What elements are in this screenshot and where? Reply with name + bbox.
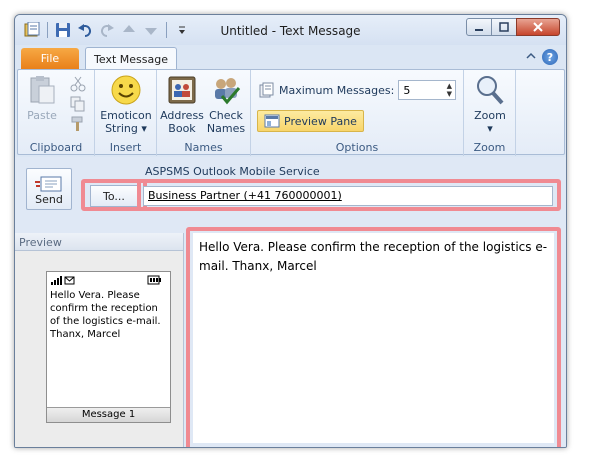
string-label: String ▾ <box>105 122 147 135</box>
cut-icon[interactable] <box>70 76 86 92</box>
group-clipboard: Paste Clipboard <box>18 70 95 156</box>
preview-message-counter: Message 1 <box>47 407 170 422</box>
address-label: Address <box>160 109 204 122</box>
message-body-highlight <box>186 227 561 447</box>
preview-pane-button[interactable]: Preview Pane <box>257 110 364 132</box>
ribbon-tabs: File Text Message ? <box>15 45 566 70</box>
smiley-icon <box>111 75 141 105</box>
emoticon-label: Emoticon <box>100 109 152 122</box>
zoom-label: Zoom <box>474 109 506 122</box>
paste-icon <box>30 76 55 104</box>
spinner-arrows[interactable]: ▲ ▼ <box>443 81 455 99</box>
maximum-messages-label: Maximum Messages: <box>279 83 395 97</box>
address-book-button[interactable]: Address Book <box>160 74 204 135</box>
address-book-icon <box>168 76 196 104</box>
send-button[interactable]: Send <box>26 168 72 210</box>
window-controls <box>466 18 560 36</box>
copy-icon[interactable] <box>70 96 86 112</box>
zoom-group-label: Zoom <box>473 141 506 154</box>
clipboard-group-label: Clipboard <box>29 141 83 154</box>
names-group-label: Names <box>184 141 223 154</box>
names-label: Names <box>206 122 246 135</box>
check-label: Check <box>209 109 243 122</box>
service-name: ASPSMS Outlook Mobile Service <box>145 165 320 178</box>
book-label: Book <box>168 122 196 135</box>
maximum-messages-input[interactable]: 5 ▲ ▼ <box>398 80 457 100</box>
send-icon <box>35 176 62 192</box>
paste-button[interactable]: Paste <box>24 74 60 122</box>
preview-header: Preview <box>15 233 183 251</box>
spin-up-icon[interactable]: ▲ <box>447 82 452 90</box>
ribbon: Paste Clipboard Emoticon String ▾ Insert… <box>17 69 565 156</box>
title-bar: Untitled - Text Message <box>15 15 566 45</box>
check-names-button[interactable]: Check Names <box>205 74 247 135</box>
group-insert: Emoticon String ▾ Insert <box>95 70 157 156</box>
spin-down-icon[interactable]: ▼ <box>447 90 452 98</box>
send-label: Send <box>35 193 63 206</box>
minimize-ribbon-icon[interactable] <box>526 51 536 64</box>
maximize-button[interactable] <box>491 18 517 36</box>
to-field-highlight <box>137 179 561 211</box>
options-group-label: Options <box>335 141 379 154</box>
preview-pane-icon <box>264 114 280 128</box>
help-icon[interactable]: ? <box>542 49 558 65</box>
tab-file[interactable]: File <box>21 48 79 69</box>
group-zoom: Zoom ▾ Zoom <box>464 70 516 156</box>
phone-status-icons <box>51 275 161 285</box>
emoticon-string-button[interactable]: Emoticon String ▾ <box>99 74 153 135</box>
check-names-icon <box>215 78 241 105</box>
maximum-messages-row: Maximum Messages: 5 ▲ ▼ <box>259 80 457 100</box>
zoom-dropdown-icon: ▾ <box>487 122 493 135</box>
group-names: Address Book Check Names Names <box>157 70 251 156</box>
compose-area: ASPSMS Outlook Mobile Service Send To...… <box>15 157 566 447</box>
ribbon-right-controls: ? <box>526 49 558 65</box>
minimize-button[interactable] <box>466 18 492 36</box>
maximize-icon <box>499 22 509 32</box>
zoom-button[interactable]: Zoom ▾ <box>470 74 510 135</box>
phone-preview: Hello Vera. Please confirm the reception… <box>46 271 171 423</box>
preview-message-text: Hello Vera. Please confirm the reception… <box>50 290 161 340</box>
insert-group-label: Insert <box>109 141 142 154</box>
minimize-icon <box>475 29 483 31</box>
preview-panel: Preview Hello Vera. Please confirm the r… <box>15 233 184 447</box>
close-icon <box>533 22 543 32</box>
messages-icon <box>259 82 274 98</box>
preview-pane-label: Preview Pane <box>284 114 357 128</box>
paste-label: Paste <box>27 109 57 122</box>
group-options: Maximum Messages: 5 ▲ ▼ Preview Pane Opti… <box>251 70 464 156</box>
app-window: Untitled - Text Message File Text Messag… <box>14 14 567 448</box>
maximum-messages-value: 5 <box>403 83 411 97</box>
magnifier-icon <box>477 76 504 105</box>
close-button[interactable] <box>516 18 560 36</box>
format-painter-icon[interactable] <box>70 116 86 132</box>
tab-text-message[interactable]: Text Message <box>85 47 177 70</box>
